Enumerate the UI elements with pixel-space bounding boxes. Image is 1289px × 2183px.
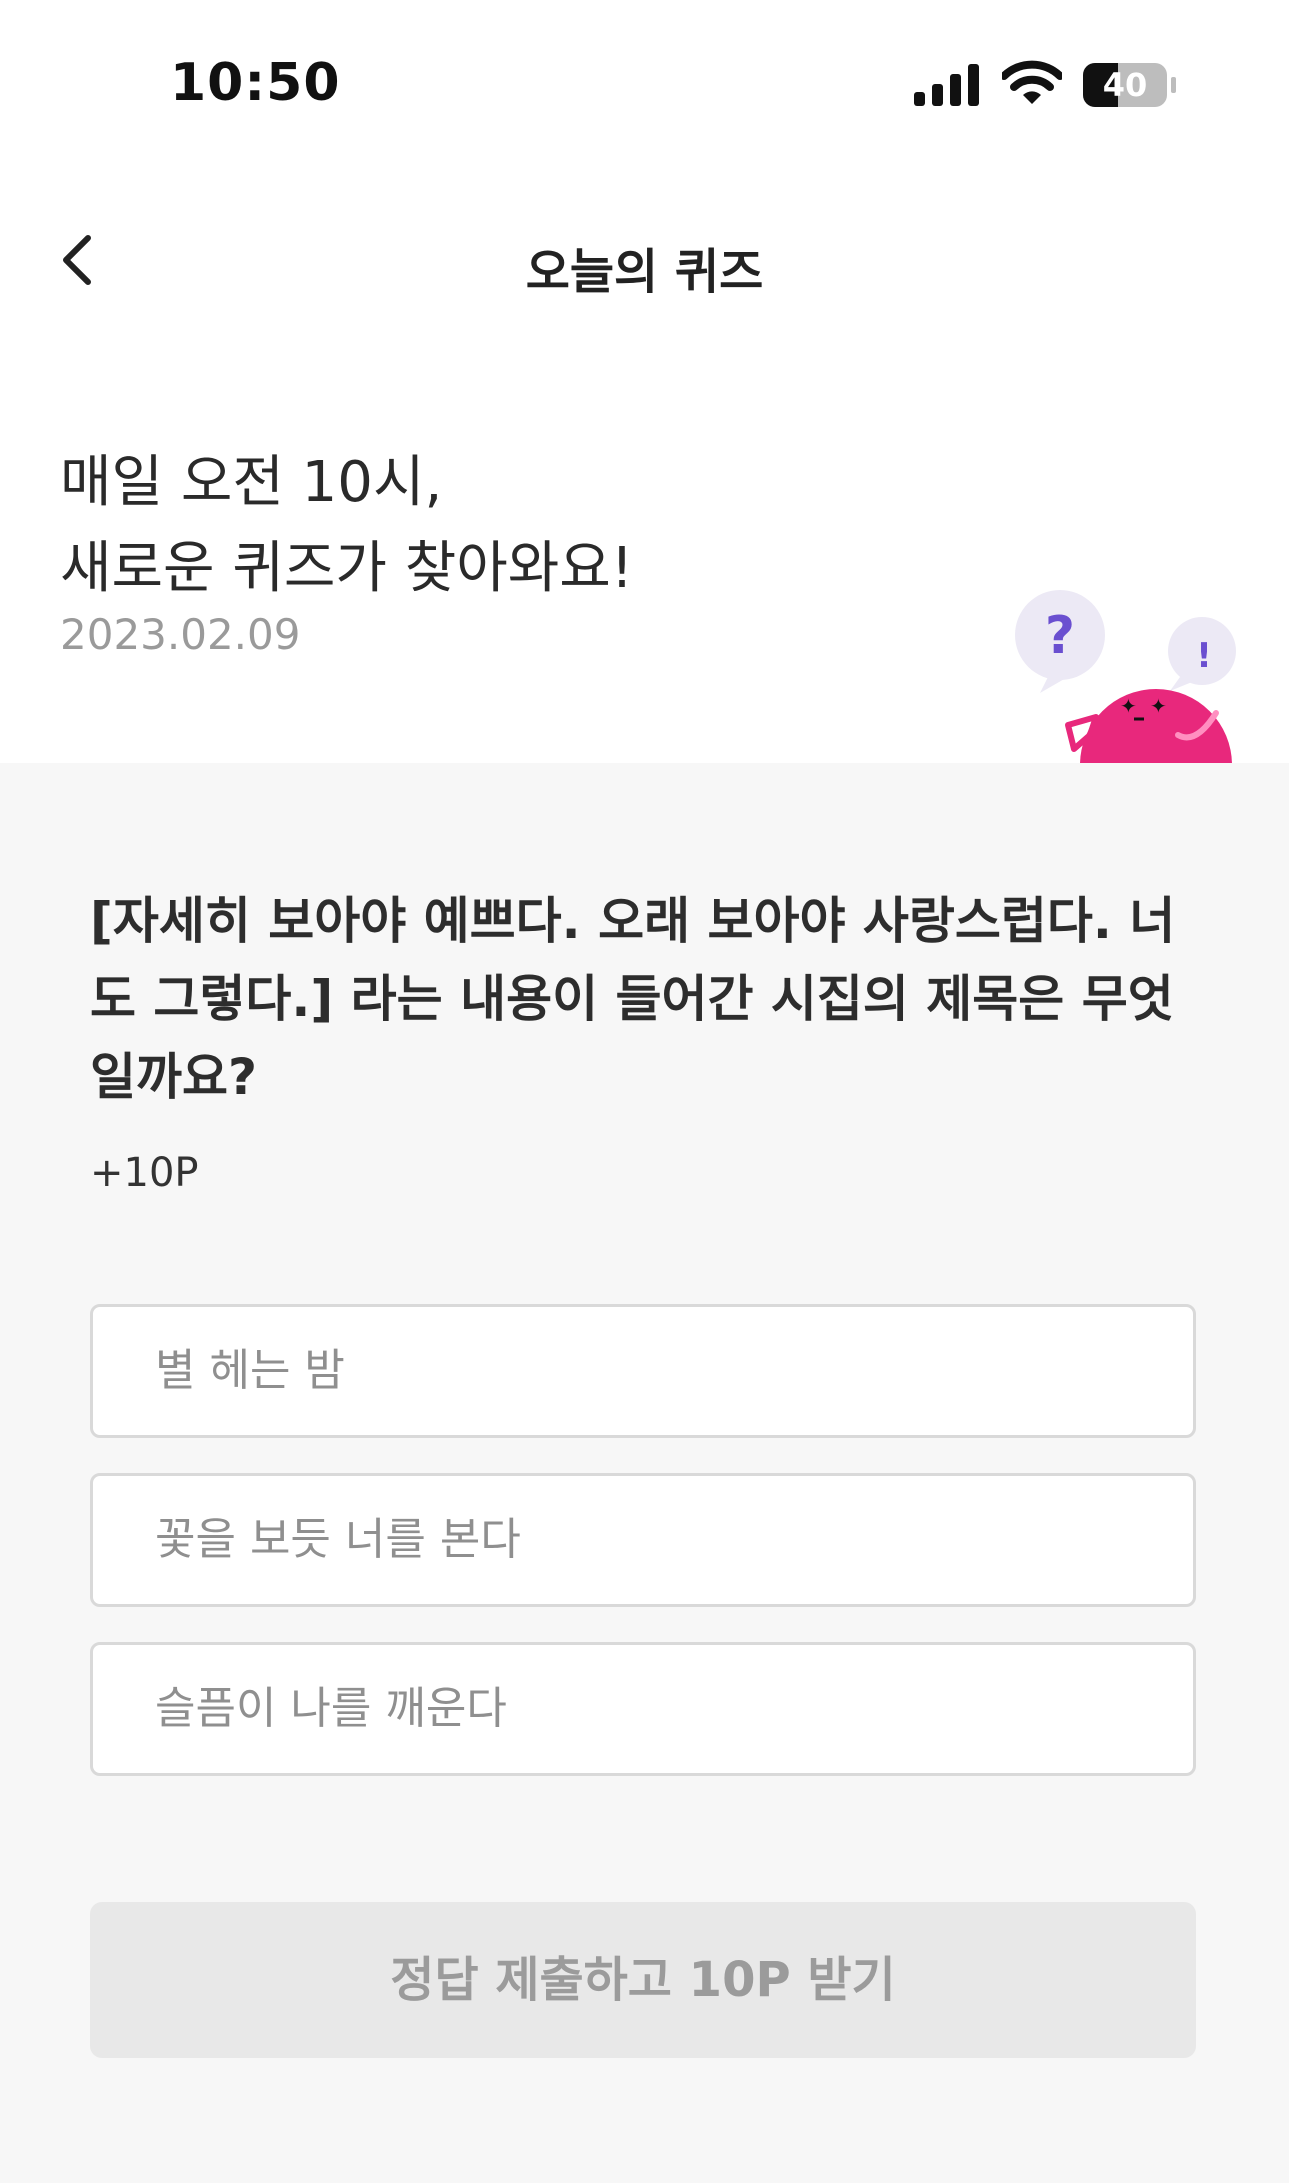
mascot-icon: ✦ ✦ xyxy=(1065,689,1232,763)
status-bar: 10:50 40 xyxy=(0,0,1289,170)
hero-line-2: 새로운 퀴즈가 찾아와요! xyxy=(60,536,634,601)
svg-text:✦: ✦ xyxy=(1150,694,1167,718)
answer-option-1[interactable]: 별 헤는 밤 xyxy=(90,1304,1196,1438)
quiz-question: [자세히 보아야 예쁘다. 오래 보아야 사랑스럽다. 너도 그렇다.] 라는 … xyxy=(90,892,1176,1106)
signal-icon xyxy=(914,64,979,106)
answer-option-3[interactable]: 슬픔이 나를 깨운다 xyxy=(90,1642,1196,1776)
answer-option-label: 슬픔이 나를 깨운다 xyxy=(155,1683,507,1734)
svg-text:!: ! xyxy=(1196,636,1212,676)
nav-bar: 오늘의 퀴즈 xyxy=(0,210,1289,310)
answer-option-label: 꽃을 보듯 너를 본다 xyxy=(155,1514,521,1565)
battery-level: 40 xyxy=(1102,66,1148,104)
svg-text:✦: ✦ xyxy=(1120,694,1137,718)
wifi-icon xyxy=(1002,60,1062,104)
battery-icon: 40 xyxy=(1082,62,1178,108)
question-bubble-icon: ? xyxy=(1015,590,1105,693)
status-time: 10:50 xyxy=(170,53,341,113)
quiz-points: +10P xyxy=(90,1150,199,1196)
svg-text:?: ? xyxy=(1045,606,1075,666)
exclamation-bubble-icon: ! xyxy=(1168,617,1236,691)
answer-option-label: 별 헤는 밤 xyxy=(155,1345,345,1396)
hero-headline: 매일 오전 10시, 새로운 퀴즈가 찾아와요! xyxy=(60,440,633,612)
submit-answer-button[interactable]: 정답 제출하고 10P 받기 xyxy=(90,1902,1196,2058)
hero-line-1: 매일 오전 10시, xyxy=(60,450,443,515)
page-title: 오늘의 퀴즈 xyxy=(525,244,764,300)
quiz-date: 2023.02.09 xyxy=(60,610,301,659)
mascot-illustration: ? ! ✦ ✦ xyxy=(1010,585,1250,763)
answer-option-2[interactable]: 꽃을 보듯 너를 본다 xyxy=(90,1473,1196,1607)
